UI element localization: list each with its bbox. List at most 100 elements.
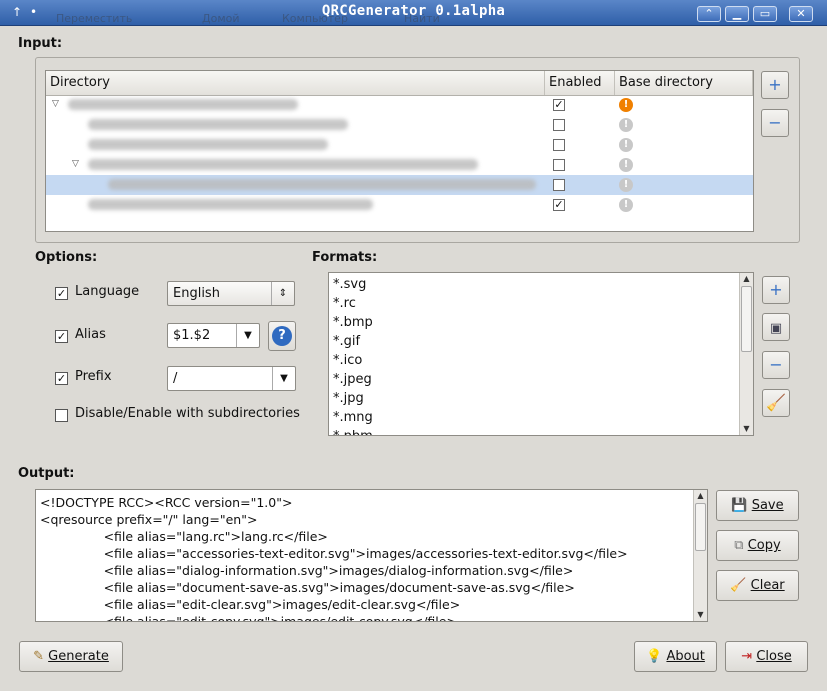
tree-row[interactable]: ▽! [46, 155, 753, 175]
generate-label: Generate [48, 649, 109, 664]
enabled-checkbox[interactable] [553, 139, 565, 151]
prefix-checkbox[interactable]: ✓ [55, 372, 68, 385]
save-button[interactable]: 💾 Save [716, 490, 799, 521]
clear-button[interactable]: 🧹 Clear [716, 570, 799, 601]
chevron-down-icon[interactable]: ▼ [272, 367, 295, 390]
formats-list[interactable]: *.svg *.rc *.bmp *.gif *.ico *.jpeg *.jpg *.mng… [328, 272, 754, 436]
minimize-button[interactable]: ▁ [725, 6, 749, 22]
column-enabled[interactable]: Enabled [545, 71, 615, 95]
alias-help-button[interactable]: ? [268, 321, 296, 351]
format-item[interactable]: *.pbm [333, 427, 373, 435]
alias-label: Alias [75, 327, 106, 342]
scroll-up-icon[interactable]: ▲ [694, 490, 707, 502]
expand-arrow-icon[interactable]: ▽ [72, 159, 79, 169]
alias-value: $1.$2 [173, 328, 211, 343]
scroll-thumb[interactable] [695, 503, 706, 551]
alias-combo[interactable]: $1.$2 ▼ [167, 323, 260, 348]
copy-label: Copy [747, 538, 781, 553]
broom-icon: 🧹 [766, 393, 786, 412]
remove-directory-button[interactable]: − [761, 109, 789, 137]
directory-path-redacted [88, 139, 328, 150]
directory-path-redacted [88, 159, 478, 170]
output-text[interactable]: <!DOCTYPE RCC><RCC version="1.0"> <qresou… [35, 489, 708, 622]
base-directory-icon[interactable]: ! [619, 138, 633, 152]
maximize-button[interactable]: ▭ [753, 6, 777, 22]
format-item[interactable]: *.rc [333, 294, 356, 313]
prefix-combo[interactable]: / ▼ [167, 366, 296, 391]
format-item[interactable]: *.gif [333, 332, 360, 351]
chevron-down-icon[interactable]: ▼ [236, 324, 259, 347]
format-item[interactable]: *.jpeg [333, 370, 372, 389]
base-directory-icon[interactable]: ! [619, 178, 633, 192]
output-line: <file alias="dialog-information.svg">ima… [40, 563, 574, 578]
generate-button[interactable]: ✎ Generate [19, 641, 123, 672]
directory-path-redacted [108, 179, 536, 190]
add-format-button[interactable]: + [762, 276, 790, 304]
enabled-checkbox[interactable] [553, 119, 565, 131]
output-line: <file alias="lang.rc">lang.rc</file> [40, 529, 328, 544]
format-item[interactable]: *.bmp [333, 313, 373, 332]
edit-format-button[interactable]: ▣ [762, 313, 790, 341]
directory-path-redacted [88, 119, 348, 130]
formats-heading: Formats: [312, 250, 378, 265]
enabled-checkbox[interactable] [553, 159, 565, 171]
format-item[interactable]: *.mng [333, 408, 373, 427]
alias-checkbox[interactable]: ✓ [55, 330, 68, 343]
tree-row[interactable]: ✓! [46, 195, 753, 215]
output-scrollbar[interactable]: ▲ ▼ [693, 490, 707, 621]
save-icon: 💾 [731, 498, 748, 513]
format-item[interactable]: *.jpg [333, 389, 364, 408]
scroll-thumb[interactable] [741, 286, 752, 352]
language-checkbox[interactable]: ✓ [55, 287, 68, 300]
language-select[interactable]: English ⇕ [167, 281, 295, 306]
formats-scrollbar[interactable]: ▲ ▼ [739, 273, 753, 435]
help-icon: ? [272, 326, 292, 346]
output-heading: Output: [18, 466, 75, 481]
base-directory-icon[interactable]: ! [619, 198, 633, 212]
directory-path-redacted [68, 99, 298, 110]
plus-icon: + [768, 75, 782, 94]
language-value: English [173, 286, 220, 301]
output-line: <file alias="accessories-text-editor.svg… [40, 546, 628, 561]
tree-row[interactable]: ! [46, 135, 753, 155]
shade-button[interactable]: ⌃ [697, 6, 721, 22]
close-button[interactable]: ⇥ Close [725, 641, 808, 672]
close-label: Close [756, 649, 792, 664]
column-base-directory[interactable]: Base directory [615, 71, 753, 95]
text-editor-icon: ✎ [33, 649, 45, 664]
options-heading: Options: [35, 250, 98, 265]
updown-icon: ⇕ [271, 282, 294, 305]
scroll-down-icon[interactable]: ▼ [740, 423, 753, 435]
tree-row[interactable]: ! [46, 175, 753, 195]
format-item[interactable]: *.ico [333, 351, 362, 370]
base-directory-icon[interactable]: ! [619, 118, 633, 132]
expand-arrow-icon[interactable]: ▽ [52, 99, 59, 109]
subdirectories-checkbox[interactable] [55, 409, 68, 422]
format-item[interactable]: *.svg [333, 275, 366, 294]
output-line: <!DOCTYPE RCC><RCC version="1.0"> [40, 495, 293, 510]
column-directory[interactable]: Directory [46, 71, 545, 95]
about-label: About [666, 649, 705, 664]
directory-tree[interactable]: Directory Enabled Base directory ▽ ✓!!! ▽!… [45, 70, 754, 232]
base-directory-icon[interactable]: ! [619, 158, 633, 172]
tree-row[interactable]: ▽ ✓! [46, 95, 753, 115]
lightbulb-icon: 💡 [646, 649, 663, 664]
remove-format-button[interactable]: − [762, 351, 790, 379]
minus-icon: − [769, 355, 783, 374]
scroll-down-icon[interactable]: ▼ [694, 609, 707, 621]
clear-formats-button[interactable]: 🧹 [762, 389, 790, 417]
output-line: <file alias="edit-copy.svg">images/edit-… [40, 614, 457, 622]
close-window-button[interactable]: ✕ [789, 6, 813, 22]
base-directory-icon[interactable]: ! [619, 98, 633, 112]
enabled-checkbox[interactable]: ✓ [553, 99, 565, 111]
clear-label: Clear [750, 578, 785, 593]
directory-path-redacted [88, 199, 373, 210]
add-directory-button[interactable]: + [761, 71, 789, 99]
copy-button[interactable]: ⧉ Copy [716, 530, 799, 561]
about-button[interactable]: 💡 About [634, 641, 717, 672]
tree-row[interactable]: ! [46, 115, 753, 135]
output-line: <file alias="document-save-as.svg">image… [40, 580, 575, 595]
scroll-up-icon[interactable]: ▲ [740, 273, 753, 285]
enabled-checkbox[interactable]: ✓ [553, 199, 565, 211]
enabled-checkbox[interactable] [553, 179, 565, 191]
